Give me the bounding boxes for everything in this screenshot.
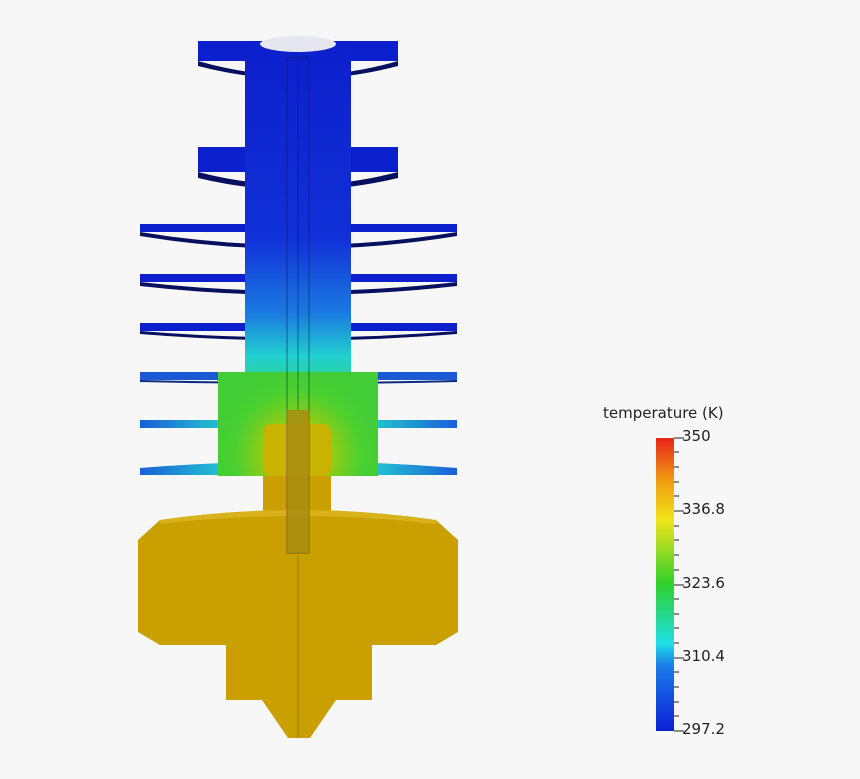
colorbar-tick-max: 350 bbox=[682, 427, 711, 445]
colorbar-tick-min: 297.2 bbox=[682, 720, 725, 738]
colorbar-tick-4: 310.4 bbox=[682, 647, 725, 665]
filament-inlet bbox=[260, 36, 336, 52]
hotend-temperature-render bbox=[138, 36, 684, 738]
colorbar-tick-3: 323.6 bbox=[682, 574, 725, 592]
colorbar-gradient bbox=[656, 438, 674, 731]
colorbar bbox=[656, 437, 684, 732]
colorbar-tick-2: 336.8 bbox=[682, 500, 725, 518]
colorbar-title: temperature (K) bbox=[603, 404, 724, 422]
